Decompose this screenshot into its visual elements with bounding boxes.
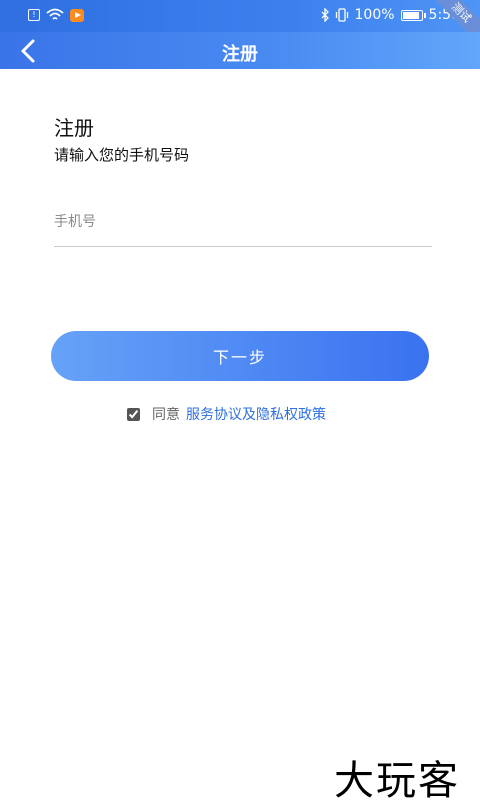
terms-privacy-link[interactable]: 服务协议及隐私权政策 [186, 404, 326, 424]
phone-input[interactable] [54, 198, 432, 247]
form-heading: 注册 [54, 116, 94, 140]
status-bar: ! 100% 5:58 测试 [0, 0, 480, 52]
page-title: 注册 [222, 44, 258, 65]
agreement-row: 同意 服务协议及隐私权政策 [127, 404, 326, 424]
battery-icon [400, 9, 426, 21]
vibrate-icon [335, 8, 348, 22]
next-button[interactable]: 下一步 [51, 331, 429, 381]
notification-icon: ! [28, 9, 40, 21]
bluetooth-icon [321, 8, 329, 22]
battery-percent: 100% [354, 7, 395, 23]
agree-label: 同意 [152, 407, 180, 423]
video-app-icon [70, 8, 84, 22]
status-right-icons: 100% 5:58 [321, 7, 460, 23]
watermark-logo: 大玩客 [334, 758, 460, 804]
agree-checkbox[interactable] [127, 407, 140, 421]
status-left-icons: ! [28, 8, 84, 22]
form-subheading: 请输入您的手机号码 [54, 146, 190, 164]
app-bar: 注册 [0, 32, 480, 69]
wifi-icon [46, 8, 64, 20]
